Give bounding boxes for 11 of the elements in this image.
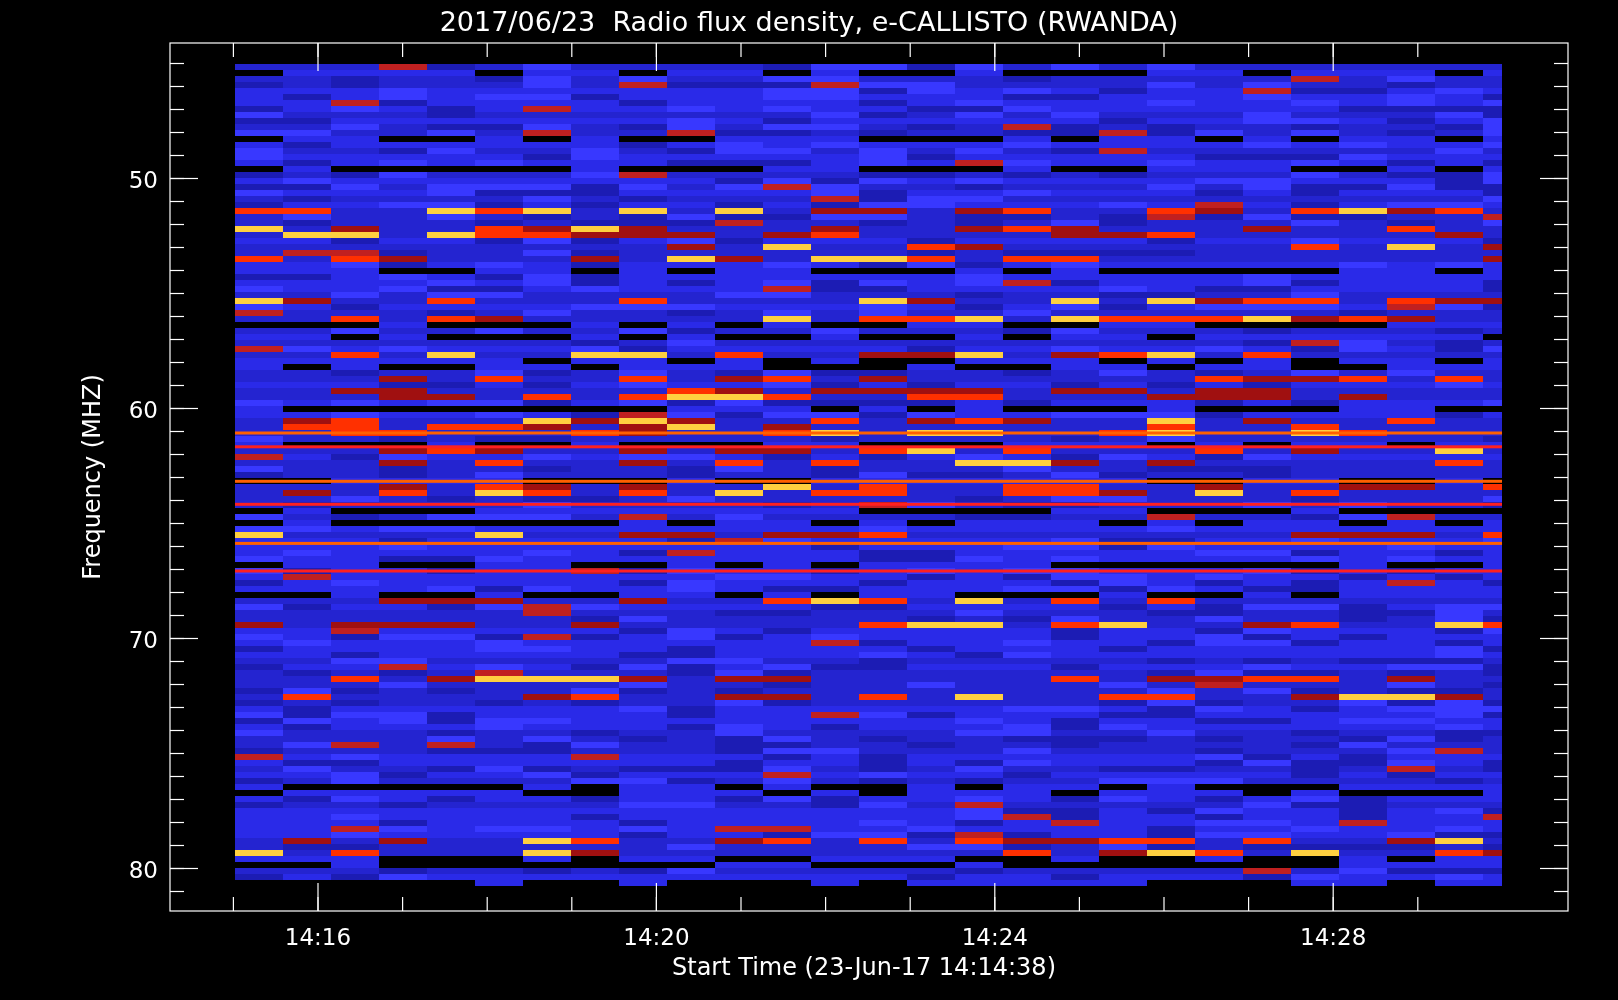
x-axis-label: Start Time (23-Jun-17 14:14:38)	[672, 953, 1056, 981]
x-tick-label: 14:16	[284, 924, 352, 950]
y-tick-label: 80	[128, 856, 158, 883]
x-tick-label: 14:20	[623, 924, 690, 950]
y-axis-label: Frequency (MHZ)	[78, 374, 106, 580]
y-tick-label: 70	[128, 626, 158, 653]
y-tick-label: 50	[128, 166, 158, 193]
x-tick-label: 14:28	[1300, 924, 1367, 950]
y-tick-label: 60	[128, 396, 158, 423]
chart-title: 2017/06/23 Radio flux density, e-CALLISTO (RWANDA)	[439, 6, 1179, 37]
x-tick-label: 14:24	[961, 924, 1028, 950]
